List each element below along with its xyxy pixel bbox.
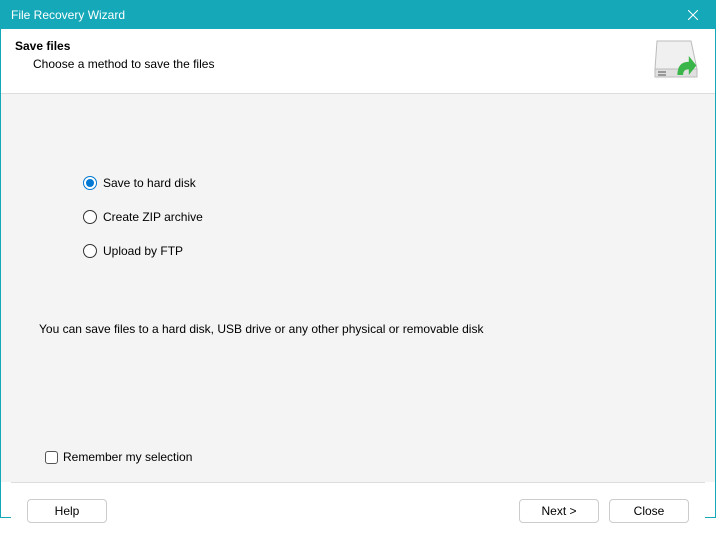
radio-label: Upload by FTP — [103, 244, 183, 258]
help-button[interactable]: Help — [27, 499, 107, 523]
radio-icon — [83, 244, 97, 258]
remember-selection-checkbox[interactable]: Remember my selection — [45, 450, 192, 464]
page-title: Save files — [15, 39, 214, 53]
radio-label: Save to hard disk — [103, 176, 196, 190]
radio-upload-ftp[interactable]: Upload by FTP — [83, 244, 685, 258]
close-icon[interactable] — [670, 1, 715, 29]
window-title: File Recovery Wizard — [11, 8, 125, 22]
footer: Help Next > Close — [11, 482, 705, 538]
radio-icon — [83, 210, 97, 224]
radio-label: Create ZIP archive — [103, 210, 203, 224]
save-method-radio-group: Save to hard disk Create ZIP archive Upl… — [31, 94, 685, 258]
disk-recovery-icon — [651, 39, 701, 81]
close-button[interactable]: Close — [609, 499, 689, 523]
radio-create-zip[interactable]: Create ZIP archive — [83, 210, 685, 224]
checkbox-icon — [45, 451, 58, 464]
content-area: Save to hard disk Create ZIP archive Upl… — [1, 94, 715, 482]
description-text: You can save files to a hard disk, USB d… — [39, 322, 483, 336]
radio-icon — [83, 176, 97, 190]
titlebar: File Recovery Wizard — [1, 1, 715, 29]
radio-save-hard-disk[interactable]: Save to hard disk — [83, 176, 685, 190]
header: Save files Choose a method to save the f… — [1, 29, 715, 94]
next-button[interactable]: Next > — [519, 499, 599, 523]
page-subtitle: Choose a method to save the files — [33, 57, 214, 71]
checkbox-label: Remember my selection — [63, 450, 192, 464]
